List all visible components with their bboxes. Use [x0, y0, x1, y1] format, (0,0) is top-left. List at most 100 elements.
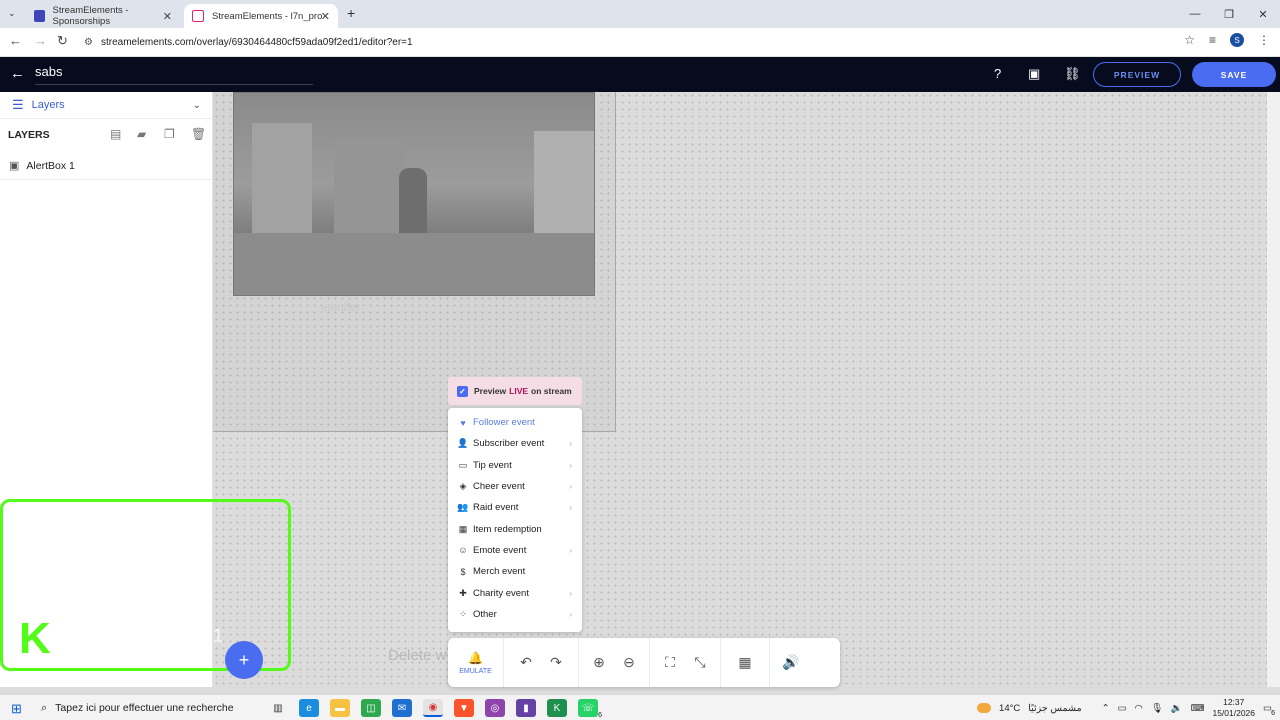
folder-icon[interactable]: ▰ — [137, 127, 146, 141]
minimize-icon[interactable]: — — [1178, 0, 1212, 28]
clock[interactable]: 12:37 15/01/2026 — [1212, 697, 1255, 719]
menu-item-charity-event[interactable]: ✚ Charity event › — [448, 582, 582, 603]
tab-search-chevron-icon[interactable]: ⌄ — [8, 8, 16, 19]
menu-item-emote-event[interactable]: ☺ Emote event › — [448, 540, 582, 561]
wifi-icon[interactable]: ◠ — [1135, 703, 1143, 714]
help-icon[interactable]: ? — [994, 66, 1001, 81]
speaker-icon[interactable]: 🔉 — [1171, 703, 1183, 714]
panel-selector-dropdown[interactable]: ☰ Layers ⌄ — [0, 92, 213, 119]
smile-icon: ☺ — [458, 545, 468, 556]
redo-icon[interactable]: ↷ — [548, 654, 564, 671]
profile-avatar[interactable]: S — [1230, 33, 1244, 47]
fit-screen-icon[interactable]: ⤡ — [692, 654, 708, 671]
tab-editor[interactable]: StreamElements - l7n_pro ✕ — [184, 4, 338, 28]
canvas-scrollbar[interactable] — [1267, 92, 1280, 687]
notification-icon[interactable]: ▭ 6 — [1263, 703, 1275, 717]
gift-icon: ▦ — [458, 523, 468, 534]
chevron-up-icon[interactable]: ⌃ — [1102, 703, 1110, 714]
twitch-icon[interactable]: ▮ — [516, 699, 536, 717]
editor-back-icon[interactable]: ← — [10, 65, 25, 82]
store-icon[interactable]: ◫ — [361, 699, 381, 717]
network-icon[interactable]: ▭ — [1118, 703, 1127, 714]
chrome-icon[interactable]: ◉ — [423, 699, 443, 717]
panel-selector-label: Layers — [31, 99, 65, 111]
url-field[interactable]: ⚙ streamelements.com/overlay/6930464480c… — [84, 32, 1200, 53]
gem-icon: ◈ — [459, 481, 467, 492]
heart-icon: ♥ — [460, 417, 466, 428]
menu-item-raid-event[interactable]: 👥 Raid event › — [448, 497, 582, 518]
edge-icon[interactable]: e — [299, 699, 319, 717]
link-icon[interactable]: ⛓ — [1064, 66, 1081, 82]
mail-icon[interactable]: ✉ — [392, 699, 412, 717]
back-icon[interactable]: ← — [9, 33, 22, 48]
emulate-button[interactable]: 🔔 EMULATE — [448, 638, 504, 687]
microphone-icon[interactable]: 🎙 — [1151, 703, 1163, 714]
keyboard-icon[interactable]: ⌨ — [1191, 703, 1205, 714]
editor-canvas[interactable]: jennifer — [213, 92, 1267, 687]
menu-item-item-redemption[interactable]: ▦ Item redemption — [448, 518, 582, 539]
volume-icon[interactable]: 🔊 — [782, 654, 799, 671]
discord-icon[interactable]: ◎ — [485, 699, 505, 717]
browser-menu-icon[interactable]: ⋮ — [1258, 33, 1270, 47]
trash-icon[interactable]: 🗑 — [191, 127, 206, 141]
add-layer-icon[interactable]: ▤ — [110, 127, 121, 141]
save-button[interactable]: SAVE — [1192, 62, 1276, 87]
new-tab-button[interactable]: + — [347, 5, 355, 21]
menu-item-label: Raid event — [473, 502, 519, 514]
menu-item-other[interactable]: ⁘ Other › — [448, 604, 582, 625]
weather-status: مشمس جزئيًا — [1028, 702, 1082, 714]
duplicate-icon[interactable]: ❐ — [164, 127, 175, 141]
menu-item-label: Tip event — [473, 459, 512, 471]
menu-item-merch-event[interactable]: $ Merch event — [448, 561, 582, 582]
tab-sponsorships[interactable]: StreamElements - Sponsorships ✕ — [26, 4, 180, 28]
alertbox-preview-image[interactable] — [233, 92, 595, 296]
fullscreen-icon[interactable]: ⛶ — [662, 654, 678, 671]
preview-button[interactable]: PREVIEW — [1093, 62, 1181, 87]
menu-item-subscriber-event[interactable]: 👤 Subscriber event › — [448, 433, 582, 454]
chevron-right-icon: › — [569, 439, 572, 449]
overlay-name-input[interactable]: sabs — [35, 64, 313, 85]
checkbox-checked-icon[interactable]: ✓ — [457, 385, 468, 397]
zoom-in-icon[interactable]: ⊕ — [591, 654, 607, 671]
add-widget-button[interactable]: + — [225, 641, 263, 679]
preview-live-toggle[interactable]: ✓ Preview LIVE on stream — [448, 377, 582, 405]
undo-icon[interactable]: ↶ — [518, 654, 534, 671]
preview-prefix: Preview — [474, 386, 507, 396]
layer-name: AlertBox 1 — [26, 159, 75, 172]
brave-icon[interactable]: ▼ — [454, 699, 474, 717]
site-info-icon[interactable]: ⚙ — [84, 37, 93, 48]
close-tab-icon[interactable]: ✕ — [163, 10, 172, 23]
reload-icon[interactable]: ↻ — [57, 33, 68, 49]
search-placeholder: Tapez ici pour effectuer une recherche — [55, 702, 234, 714]
zoom-out-icon[interactable]: ⊖ — [621, 654, 637, 671]
kick-app-icon[interactable]: K — [547, 699, 567, 717]
windows-start-icon[interactable]: ⊞ — [11, 701, 22, 717]
system-tray: 14°C مشمس جزئيًا ⌃ ▭ ◠ 🎙 🔉 ⌨ 12:37 15/01… — [977, 695, 1275, 720]
file-explorer-icon[interactable]: ▬ — [330, 699, 350, 717]
users-icon: 👥 — [457, 502, 469, 513]
chevron-down-icon: ⌄ — [192, 99, 201, 111]
canvas-toolbar: 🔔 EMULATE ↶ ↷ ⊕ ⊖ ⛶ ⤡ ▦ 🔊 — [448, 638, 840, 687]
screen-settings-icon[interactable]: ▣ — [1028, 66, 1040, 82]
restore-icon[interactable]: ❐ — [1212, 0, 1246, 28]
menu-item-label: Charity event — [473, 587, 529, 599]
close-window-icon[interactable]: ✕ — [1246, 0, 1280, 28]
task-view-icon[interactable]: ▥ — [268, 699, 288, 717]
address-bar: ← → ↻ ⚙ streamelements.com/overlay/69304… — [0, 28, 1280, 57]
clock-time: 12:37 — [1223, 697, 1245, 707]
forward-icon[interactable]: → — [34, 33, 47, 48]
taskbar-search[interactable]: ⌕ Tapez ici pour effectuer une recherche — [33, 695, 263, 720]
menu-item-follower-event[interactable]: ♥ Follower event — [448, 412, 582, 433]
faint-background-text: Delete w — [388, 647, 447, 664]
layer-item-alertbox[interactable]: ▣ AlertBox 1 — [0, 152, 213, 180]
menu-item-label: Item redemption — [473, 523, 542, 535]
media-control-icon[interactable]: ≡ — [1209, 33, 1216, 47]
bookmark-star-icon[interactable]: ☆ — [1184, 33, 1195, 47]
whatsapp-icon[interactable]: ☏ 6 — [578, 699, 602, 719]
grid-icon[interactable]: ▦ — [737, 654, 753, 671]
close-tab-icon[interactable]: ✕ — [321, 10, 330, 23]
history-group: ↶ ↷ — [504, 638, 579, 687]
menu-item-tip-event[interactable]: ▭ Tip event › — [448, 455, 582, 476]
menu-item-cheer-event[interactable]: ◈ Cheer event › — [448, 476, 582, 497]
image-layer-icon: ▣ — [9, 160, 20, 172]
